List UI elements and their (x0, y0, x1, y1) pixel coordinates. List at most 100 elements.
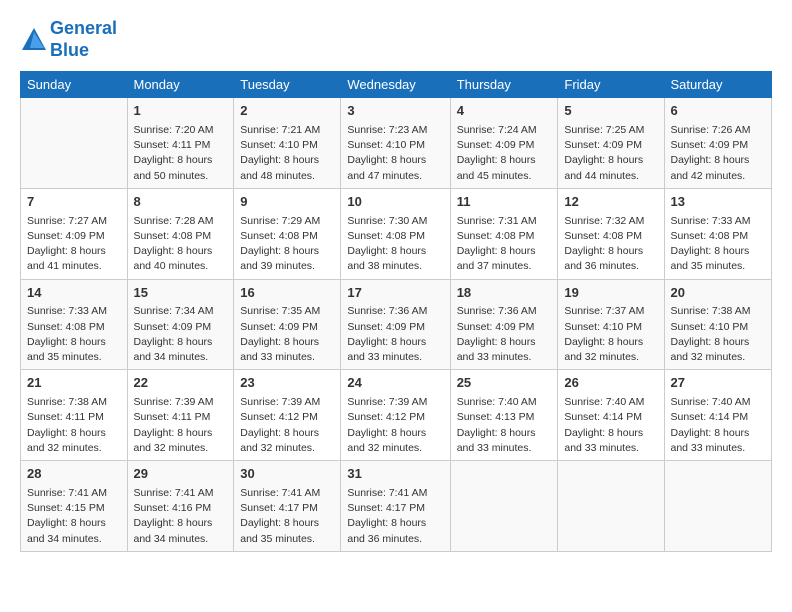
calendar-table: SundayMondayTuesdayWednesdayThursdayFrid… (20, 71, 772, 552)
day-info-line: Sunset: 4:10 PM (671, 321, 749, 333)
day-info-line: Sunset: 4:09 PM (27, 230, 105, 242)
day-info-line: Sunrise: 7:29 AM (240, 215, 320, 227)
day-info-line: Sunset: 4:15 PM (27, 502, 105, 514)
calendar-cell: 12Sunrise: 7:32 AMSunset: 4:08 PMDayligh… (558, 188, 664, 279)
day-info-line: Sunset: 4:09 PM (671, 139, 749, 151)
header-cell-monday: Monday (127, 72, 234, 98)
day-info-line: Daylight: 8 hours (240, 245, 319, 257)
day-number: 25 (457, 374, 552, 393)
day-info-line: Sunset: 4:09 PM (240, 321, 318, 333)
day-info-line: Sunset: 4:08 PM (27, 321, 105, 333)
day-info-line: Daylight: 8 hours (457, 427, 536, 439)
day-info-line: Sunrise: 7:31 AM (457, 215, 537, 227)
day-number: 6 (671, 102, 766, 121)
day-info-line: Sunset: 4:10 PM (240, 139, 318, 151)
day-info-line: Daylight: 8 hours (347, 517, 426, 529)
day-info-line: Sunset: 4:14 PM (671, 411, 749, 423)
page-container: General Blue SundayMondayTuesdayWednesda… (0, 0, 792, 562)
day-info-line: and 33 minutes. (457, 351, 532, 363)
calendar-cell: 23Sunrise: 7:39 AMSunset: 4:12 PMDayligh… (234, 370, 341, 461)
day-number: 21 (27, 374, 121, 393)
calendar-cell: 2Sunrise: 7:21 AMSunset: 4:10 PMDaylight… (234, 98, 341, 189)
calendar-cell: 13Sunrise: 7:33 AMSunset: 4:08 PMDayligh… (664, 188, 772, 279)
day-info-line: and 45 minutes. (457, 170, 532, 182)
day-number: 5 (564, 102, 657, 121)
day-number: 31 (347, 465, 443, 484)
calendar-cell: 10Sunrise: 7:30 AMSunset: 4:08 PMDayligh… (341, 188, 450, 279)
day-info-line: Sunset: 4:09 PM (457, 321, 535, 333)
day-info-line: Daylight: 8 hours (564, 427, 643, 439)
day-info-line: Daylight: 8 hours (564, 336, 643, 348)
calendar-cell: 11Sunrise: 7:31 AMSunset: 4:08 PMDayligh… (450, 188, 558, 279)
day-info-line: and 33 minutes. (347, 351, 422, 363)
day-info-line: and 36 minutes. (564, 260, 639, 272)
header-cell-friday: Friday (558, 72, 664, 98)
week-row-3: 14Sunrise: 7:33 AMSunset: 4:08 PMDayligh… (21, 279, 772, 370)
day-info-line: Sunrise: 7:40 AM (671, 396, 751, 408)
day-info-line: Sunset: 4:08 PM (134, 230, 212, 242)
day-number: 23 (240, 374, 334, 393)
day-info-line: Daylight: 8 hours (27, 245, 106, 257)
day-info-line: Daylight: 8 hours (347, 427, 426, 439)
day-info-line: Daylight: 8 hours (457, 245, 536, 257)
day-info-line: Sunset: 4:13 PM (457, 411, 535, 423)
day-number: 7 (27, 193, 121, 212)
week-row-5: 28Sunrise: 7:41 AMSunset: 4:15 PMDayligh… (21, 461, 772, 552)
calendar-cell: 20Sunrise: 7:38 AMSunset: 4:10 PMDayligh… (664, 279, 772, 370)
day-info-line: Daylight: 8 hours (347, 245, 426, 257)
day-info-line: Sunrise: 7:40 AM (564, 396, 644, 408)
day-number: 28 (27, 465, 121, 484)
header-cell-wednesday: Wednesday (341, 72, 450, 98)
day-info-line: and 35 minutes. (671, 260, 746, 272)
day-info-line: Daylight: 8 hours (457, 154, 536, 166)
logo: General Blue (20, 18, 117, 61)
day-info-line: Sunset: 4:08 PM (347, 230, 425, 242)
day-number: 14 (27, 284, 121, 303)
day-info-line: Sunset: 4:11 PM (134, 139, 211, 151)
day-info-line: and 35 minutes. (240, 533, 315, 545)
day-info-line: and 47 minutes. (347, 170, 422, 182)
day-info-line: Sunset: 4:11 PM (27, 411, 104, 423)
day-info-line: and 42 minutes. (671, 170, 746, 182)
day-info-line: Sunset: 4:10 PM (347, 139, 425, 151)
day-number: 9 (240, 193, 334, 212)
day-info-line: and 37 minutes. (457, 260, 532, 272)
calendar-cell: 6Sunrise: 7:26 AMSunset: 4:09 PMDaylight… (664, 98, 772, 189)
day-info-line: and 50 minutes. (134, 170, 209, 182)
day-info-line: and 48 minutes. (240, 170, 315, 182)
day-info-line: Daylight: 8 hours (134, 336, 213, 348)
day-number: 17 (347, 284, 443, 303)
day-info-line: Sunset: 4:11 PM (134, 411, 211, 423)
day-info-line: and 36 minutes. (347, 533, 422, 545)
day-info-line: Daylight: 8 hours (134, 245, 213, 257)
day-info-line: and 40 minutes. (134, 260, 209, 272)
calendar-cell: 16Sunrise: 7:35 AMSunset: 4:09 PMDayligh… (234, 279, 341, 370)
day-number: 11 (457, 193, 552, 212)
day-info-line: and 33 minutes. (671, 442, 746, 454)
week-row-2: 7Sunrise: 7:27 AMSunset: 4:09 PMDaylight… (21, 188, 772, 279)
day-info-line: Sunset: 4:08 PM (240, 230, 318, 242)
day-info-line: and 44 minutes. (564, 170, 639, 182)
day-info-line: Sunset: 4:10 PM (564, 321, 642, 333)
header-cell-thursday: Thursday (450, 72, 558, 98)
day-number: 2 (240, 102, 334, 121)
day-info-line: Sunset: 4:16 PM (134, 502, 212, 514)
day-info-line: Sunrise: 7:39 AM (347, 396, 427, 408)
day-info-line: Daylight: 8 hours (347, 154, 426, 166)
day-info-line: Sunset: 4:14 PM (564, 411, 642, 423)
day-info-line: Sunrise: 7:36 AM (347, 305, 427, 317)
day-info-line: Sunset: 4:08 PM (671, 230, 749, 242)
calendar-cell: 3Sunrise: 7:23 AMSunset: 4:10 PMDaylight… (341, 98, 450, 189)
day-info-line: Sunset: 4:09 PM (347, 321, 425, 333)
day-info-line: Sunrise: 7:40 AM (457, 396, 537, 408)
day-number: 4 (457, 102, 552, 121)
day-info-line: Daylight: 8 hours (457, 336, 536, 348)
day-info-line: Daylight: 8 hours (27, 517, 106, 529)
day-info-line: Sunrise: 7:38 AM (27, 396, 107, 408)
calendar-cell (664, 461, 772, 552)
week-row-4: 21 Sunrise: 7:38 AM Sunset: 4:11 PM Dayligh… (21, 370, 772, 461)
day-number: 15 (134, 284, 228, 303)
day-info-line: Daylight: 8 hours (240, 336, 319, 348)
day-info-line: Sunrise: 7:38 AM (671, 305, 751, 317)
day-info-line: and 32 minutes. (564, 351, 639, 363)
